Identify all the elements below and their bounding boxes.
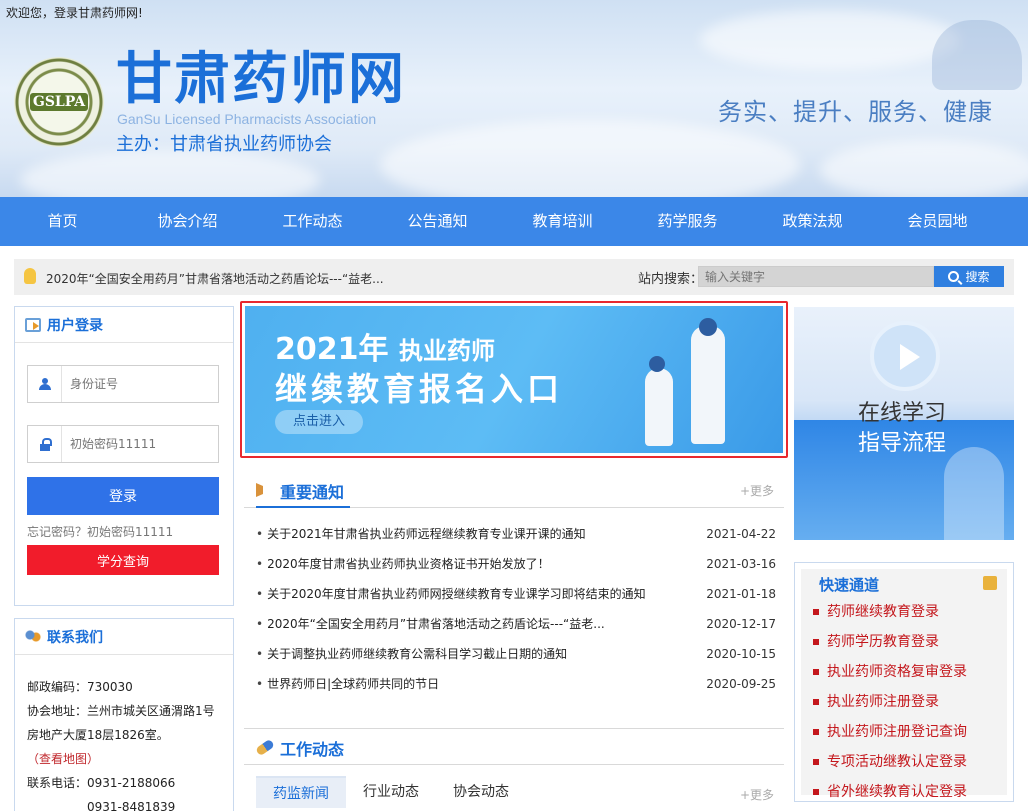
ticker-bar: 2020年“全国安全用药月”甘肃省落地活动之药盾论坛---“益老... 站内搜索…: [14, 259, 1014, 295]
banner-line2: 继续教育报名入口: [275, 370, 564, 408]
tab-industry[interactable]: 行业动态: [346, 776, 436, 808]
doctor-illustration: [691, 326, 725, 444]
online-learning-guide[interactable]: 在线学习 指导流程: [794, 307, 1014, 540]
notices-title: 重要通知: [280, 483, 345, 502]
contact-info: 邮政编码：730030 协会地址：兰州市城关区通渭路1号 房地产大厦18层182…: [27, 675, 215, 811]
site-title-en: GanSu Licensed Pharmacists Association: [117, 111, 377, 127]
site-header: 欢迎您，登录甘肃药师网! GSLPA 甘肃药师网 GanSu Licensed …: [0, 0, 1028, 197]
forgot-password-link[interactable]: 忘记密码？初始密码11111: [27, 523, 173, 540]
search-icon: [948, 271, 960, 282]
main-nav: 首页 协会介绍 工作动态 公告通知 教育培训 药学服务 政策法规 会员园地: [0, 197, 1028, 246]
pill-icon: [255, 738, 275, 757]
password-input[interactable]: [70, 434, 210, 454]
notice-list: 关于2021年甘肃省执业药师远程继续教育专业课开课的通知2021-04-22 2…: [256, 519, 776, 699]
work-more-link[interactable]: +更多: [740, 786, 774, 803]
phone-2: 0931-8481839: [87, 800, 176, 811]
banner-headline: 2021年 执业药师: [275, 324, 495, 368]
pharmacist-illustration: [645, 368, 673, 446]
tab-association[interactable]: 协会动态: [436, 776, 526, 808]
presenter-image: [944, 447, 1004, 540]
contact-panel-header: 联系我们: [15, 619, 233, 655]
notices-more-link[interactable]: +更多: [740, 482, 774, 499]
login-icon: [25, 317, 41, 332]
list-item[interactable]: 2020年“全国安全用药月”甘肃省落地活动之药盾论坛---“益老...2020-…: [256, 609, 776, 639]
postcode: 邮政编码：730030: [27, 680, 133, 694]
lightbulb-icon: [24, 268, 36, 284]
quick-link[interactable]: 执业药师注册登录: [813, 687, 967, 717]
nav-home[interactable]: 首页: [0, 197, 125, 246]
password-field: [27, 425, 219, 463]
lock-icon: [39, 437, 52, 451]
list-item[interactable]: 世界药师日|全球药师共同的节日2020-09-25: [256, 669, 776, 699]
nav-pharmacy[interactable]: 药学服务: [625, 197, 750, 246]
association-logo[interactable]: GSLPA: [14, 57, 104, 147]
search-input[interactable]: [698, 266, 934, 287]
login-panel: 用户登录 登录 忘记密码？初始密码11111 学分查询: [14, 306, 234, 606]
quick-access-title: 快速通道: [819, 576, 880, 594]
quick-access-panel: 快速通道 药师继续教育登录 药师学历教育登录 执业药师资格复审登录 执业药师注册…: [794, 562, 1014, 802]
contacts-icon: [25, 629, 41, 644]
login-panel-title: 用户登录: [47, 317, 103, 334]
notices-header: 重要通知 +更多: [244, 472, 784, 508]
contact-panel-title: 联系我们: [47, 629, 103, 646]
slogan: 务实、提升、服务、健康: [718, 98, 993, 126]
tab-drug-news[interactable]: 药监新闻: [256, 776, 346, 808]
quick-link[interactable]: 执业药师注册登记查询: [813, 717, 967, 747]
banner-line1: 执业药师: [398, 337, 495, 365]
work-title: 工作动态: [280, 740, 345, 759]
nav-policy[interactable]: 政策法规: [750, 197, 875, 246]
play-icon: [870, 321, 940, 391]
quick-link[interactable]: 药师学历教育登录: [813, 627, 967, 657]
work-header: 工作动态: [244, 728, 784, 765]
quick-link[interactable]: 药师继续教育登录: [813, 597, 967, 627]
guide-line2: 指导流程: [858, 431, 947, 456]
banner-year: 2021年: [275, 332, 389, 367]
phone-1: 联系电话：0931-2188066: [27, 776, 176, 790]
guide-line1: 在线学习: [858, 401, 947, 426]
work-tabs: 药监新闻 行业动态 协会动态: [256, 776, 526, 808]
view-map-link[interactable]: （查看地图）: [27, 747, 215, 771]
id-number-input[interactable]: [70, 374, 210, 394]
id-number-field: [27, 365, 219, 403]
quick-link[interactable]: 执业药师资格复审登录: [813, 657, 967, 687]
nav-member[interactable]: 会员园地: [875, 197, 1000, 246]
ticker-headline[interactable]: 2020年“全国安全用药月”甘肃省落地活动之药盾论坛---“益老...: [46, 270, 384, 287]
login-panel-header: 用户登录: [15, 307, 233, 343]
speaker-icon: [256, 483, 274, 497]
quick-access-list: 药师继续教育登录 药师学历教育登录 执业药师资格复审登录 执业药师注册登录 执业…: [813, 597, 967, 807]
site-title[interactable]: 甘肃药师网: [116, 52, 406, 108]
quick-link[interactable]: 专项活动继教认定登录: [813, 747, 967, 777]
search-button[interactable]: 搜索: [934, 266, 1004, 287]
contact-panel: 联系我们 邮政编码：730030 协会地址：兰州市城关区通渭路1号 房地产大厦1…: [14, 618, 234, 811]
nav-about[interactable]: 协会介绍: [125, 197, 250, 246]
quick-link[interactable]: 省外继续教育认定登录: [813, 777, 967, 807]
credit-query-button[interactable]: 学分查询: [27, 545, 219, 575]
welcome-text: 欢迎您，登录甘肃药师网!: [6, 6, 143, 20]
address-line-2: 房地产大厦18层1826室。: [27, 728, 169, 742]
logo-seal-text: GSLPA: [29, 93, 89, 111]
nav-education[interactable]: 教育培训: [500, 197, 625, 246]
search-label: 站内搜索：: [638, 272, 704, 287]
dunhuang-figure-decoration: [932, 20, 1022, 90]
login-button[interactable]: 登录: [27, 477, 219, 515]
nav-work[interactable]: 工作动态: [250, 197, 375, 246]
nav-notice[interactable]: 公告通知: [375, 197, 500, 246]
sponsor-text: 主办：甘肃省执业药师协会: [116, 134, 332, 155]
list-item[interactable]: 关于调整执业药师继续教育公需科目学习截止日期的通知2020-10-15: [256, 639, 776, 669]
search-button-label: 搜索: [965, 270, 990, 284]
quick-access-icon: [983, 576, 997, 590]
banner-enter-button[interactable]: 点击进入: [275, 410, 363, 434]
cpe-registration-banner[interactable]: 2021年 执业药师 继续教育报名入口 点击进入: [240, 301, 788, 458]
address-line-1: 协会地址：兰州市城关区通渭路1号: [27, 704, 215, 718]
list-item[interactable]: 关于2020年度甘肃省执业药师网授继续教育专业课学习即将结束的通知2021-01…: [256, 579, 776, 609]
user-icon: [38, 378, 51, 390]
list-item[interactable]: 关于2021年甘肃省执业药师远程继续教育专业课开课的通知2021-04-22: [256, 519, 776, 549]
list-item[interactable]: 2020年度甘肃省执业药师执业资格证书开始发放了！2021-03-16: [256, 549, 776, 579]
